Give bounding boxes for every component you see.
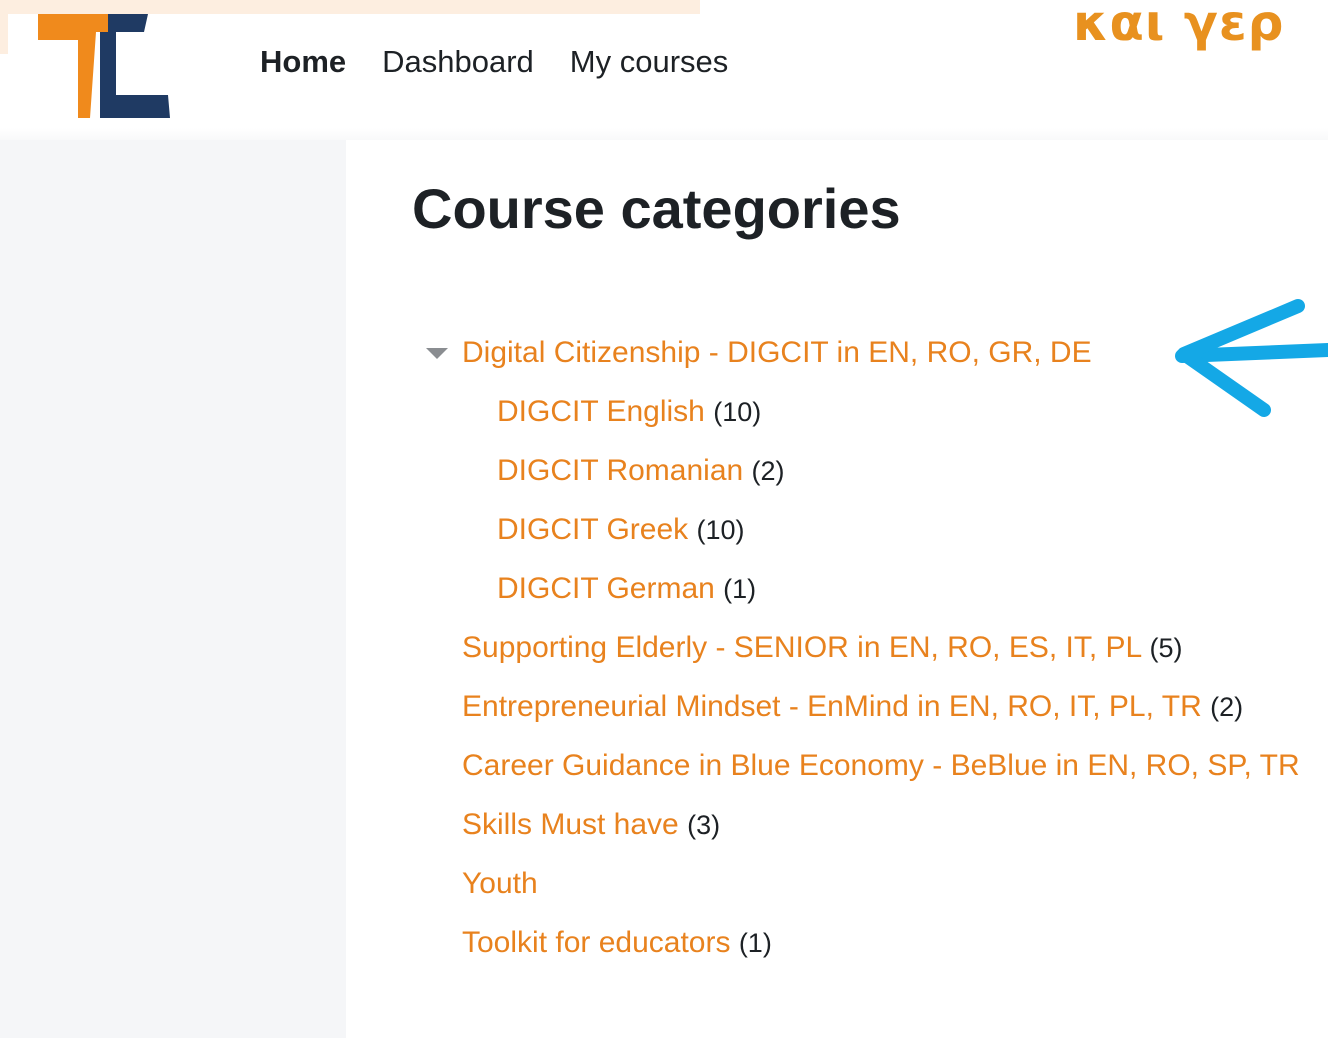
category-link[interactable]: DIGCIT English (497, 395, 705, 428)
main-content (346, 140, 1328, 1038)
course-count: (1) (738, 928, 772, 958)
course-count: (10) (696, 515, 745, 545)
category-link[interactable]: Skills Must have (462, 808, 679, 841)
category-link[interactable]: Career Guidance in Blue Economy - BeBlue… (462, 749, 1300, 782)
category-link[interactable]: Youth (462, 867, 538, 900)
category-item: Skills Must have (3) (462, 808, 720, 842)
nav-home[interactable]: Home (260, 44, 346, 80)
category-item: Career Guidance in Blue Economy - BeBlue… (462, 749, 1300, 783)
category-link[interactable]: Entrepreneurial Mindset - EnMind in EN, … (462, 690, 1202, 723)
subcategory-item: DIGCIT Romanian (2) (497, 454, 785, 488)
category-link[interactable]: Toolkit for educators (462, 926, 730, 959)
left-sidebar (0, 140, 346, 1038)
blue-arrow-annotation (1175, 299, 1328, 417)
category-item: Entrepreneurial Mindset - EnMind in EN, … (462, 690, 1243, 724)
nav-dashboard[interactable]: Dashboard (382, 44, 534, 80)
primary-navigation: Home Dashboard My courses (260, 44, 764, 80)
category-item: Youth (462, 867, 538, 901)
page: και γερ Home Dashboard My courses Course… (0, 0, 1328, 1038)
course-count: (3) (687, 810, 721, 840)
category-link[interactable]: Digital Citizenship - DIGCIT in EN, RO, … (462, 336, 1092, 369)
category-link[interactable]: DIGCIT Romanian (497, 454, 743, 487)
site-logo[interactable] (38, 0, 178, 125)
category-link[interactable]: DIGCIT Greek (497, 513, 688, 546)
category-item: Supporting Elderly - SENIOR in EN, RO, E… (462, 631, 1182, 665)
subcategory-item: DIGCIT Greek (10) (497, 513, 745, 547)
category-link[interactable]: Supporting Elderly - SENIOR in EN, RO, E… (462, 631, 1141, 664)
subcategory-item: DIGCIT English (10) (497, 395, 761, 429)
banner-text: και γερ (1073, 0, 1285, 52)
course-count: (1) (723, 574, 757, 604)
nav-my-courses[interactable]: My courses (570, 44, 728, 80)
category-item: Digital Citizenship - DIGCIT in EN, RO, … (462, 336, 1092, 370)
page-title: Course categories (412, 177, 901, 240)
subcategory-item: DIGCIT German (1) (497, 572, 756, 606)
caret-down-icon[interactable] (426, 348, 448, 359)
course-count: (2) (751, 456, 785, 486)
category-link[interactable]: DIGCIT German (497, 572, 715, 605)
category-item: Toolkit for educators (1) (462, 926, 772, 960)
course-count: (2) (1210, 692, 1244, 722)
course-count: (5) (1149, 633, 1183, 663)
banner-strip-corner (0, 14, 8, 54)
course-count: (10) (713, 397, 762, 427)
